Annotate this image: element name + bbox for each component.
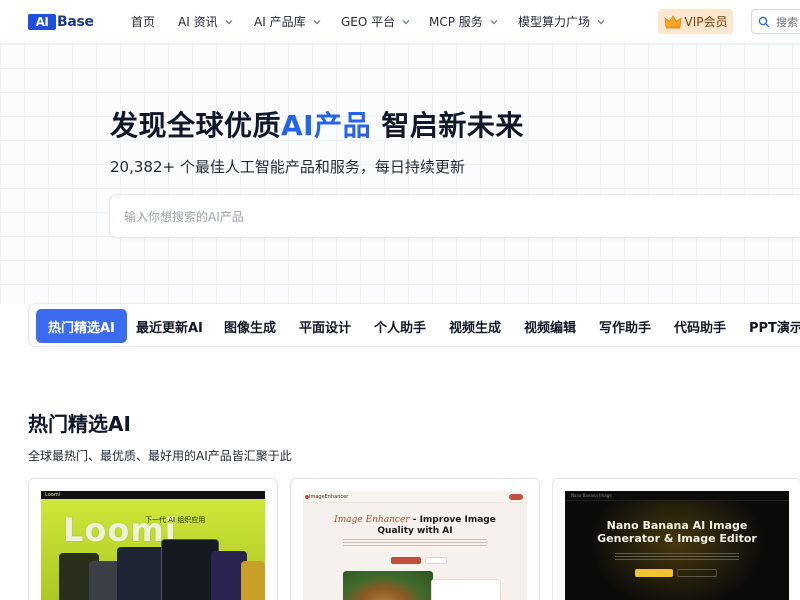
- thumb-title: Image Enhancer - Improve Image Quality w…: [323, 515, 507, 537]
- nav-model-compute[interactable]: 模型算力广场: [518, 14, 606, 30]
- card-thumbnail: Loomi Loomi 下一代 AI 组织应用: [41, 491, 265, 600]
- tab-personal-assistant[interactable]: 个人助手: [374, 309, 426, 343]
- thumb-tagline: 下一代 AI 组织应用: [145, 516, 206, 524]
- nav-label: 首页: [131, 15, 156, 29]
- tab-ppt[interactable]: PPT演示处: [749, 309, 800, 343]
- vip-label: VIP会员: [684, 15, 728, 29]
- card-thumbnail: ImageEnhancer Image Enhancer - Improve I…: [303, 491, 527, 600]
- hero-title-tail: 智启新未来: [371, 109, 524, 142]
- card-thumbnail: Nano Banana Image Nano Banana AI Image G…: [565, 491, 789, 600]
- section-title: 热门精选AI: [28, 412, 131, 436]
- search-icon: [758, 16, 770, 27]
- tab-graphic-design[interactable]: 平面设计: [299, 309, 351, 343]
- thumb-title-accent: Image Enhancer: [334, 515, 410, 525]
- logo-text: Base: [57, 14, 94, 30]
- hero-subtitle: 20,382+ 个最佳人工智能产品和服务，每日持续更新: [110, 158, 465, 176]
- tab-image-generation[interactable]: 图像生成: [224, 309, 276, 343]
- nav-ai-news[interactable]: AI 资讯: [178, 14, 234, 30]
- product-card-nano-banana[interactable]: Nano Banana Image Nano Banana AI Image G…: [552, 478, 800, 600]
- logo-mark: AI: [28, 14, 56, 30]
- hero-search-box[interactable]: [109, 194, 800, 238]
- hero-title-main: 发现全球优质: [110, 109, 282, 142]
- product-card-loomi[interactable]: Loomi Loomi 下一代 AI 组织应用: [28, 478, 278, 600]
- top-navbar: AI Base 首页 AI 资讯 AI 产品库 GEO 平台 MCP 服务 模型…: [0, 0, 800, 44]
- header-search-input[interactable]: 搜索: [751, 9, 800, 34]
- thumb-title: Nano Banana AI Image Generator & Image E…: [597, 519, 757, 545]
- nav-mcp-service[interactable]: MCP 服务: [429, 14, 499, 30]
- nav-label: AI 资讯: [178, 15, 218, 29]
- site-logo[interactable]: AI Base: [28, 13, 94, 31]
- nav-home[interactable]: 首页: [131, 14, 155, 30]
- chevron-down-icon: [225, 20, 233, 25]
- product-card-image-enhancer[interactable]: ImageEnhancer Image Enhancer - Improve I…: [290, 478, 540, 600]
- nav-label: AI 产品库: [254, 15, 306, 29]
- hero-title-accent: AI产品: [281, 109, 372, 142]
- thumb-logo-text: Loomi: [45, 492, 61, 498]
- nav-label: GEO 平台: [341, 15, 396, 29]
- crown-icon: [663, 14, 682, 28]
- tab-code-assistant[interactable]: 代码助手: [674, 309, 726, 343]
- tab-video-generation[interactable]: 视频生成: [449, 309, 501, 343]
- tab-hot-picks[interactable]: 热门精选AI: [36, 309, 127, 343]
- vip-button[interactable]: VIP会员: [658, 9, 733, 34]
- hero-search-input[interactable]: [124, 207, 724, 227]
- thumb-brand: Nano Banana Image: [571, 493, 612, 498]
- header-search-placeholder: 搜索: [776, 15, 798, 29]
- chevron-down-icon: [313, 20, 321, 25]
- nav-ai-products[interactable]: AI 产品库: [254, 14, 322, 30]
- nav-label: 模型算力广场: [518, 15, 591, 29]
- dog-photo-image: [343, 571, 433, 600]
- chevron-down-icon: [490, 20, 498, 25]
- tab-writing-assistant[interactable]: 写作助手: [599, 309, 651, 343]
- tab-video-editing[interactable]: 视频编辑: [524, 309, 576, 343]
- hero-title: 发现全球优质AI产品 智启新未来: [110, 104, 524, 144]
- chevron-down-icon: [597, 20, 605, 25]
- chevron-down-icon: [402, 20, 410, 25]
- thumb-brand: ImageEnhancer: [309, 494, 349, 500]
- section-description: 全球最热门、最优质、最好用的AI产品皆汇聚于此: [28, 449, 292, 463]
- nav-label: MCP 服务: [429, 15, 483, 29]
- category-tabs: 热门精选AI 最近更新AI 图像生成 平面设计 个人助手 视频生成 视频编辑 写…: [28, 303, 800, 347]
- tab-recently-updated[interactable]: 最近更新AI: [136, 309, 203, 343]
- nav-geo-platform[interactable]: GEO 平台: [341, 14, 411, 30]
